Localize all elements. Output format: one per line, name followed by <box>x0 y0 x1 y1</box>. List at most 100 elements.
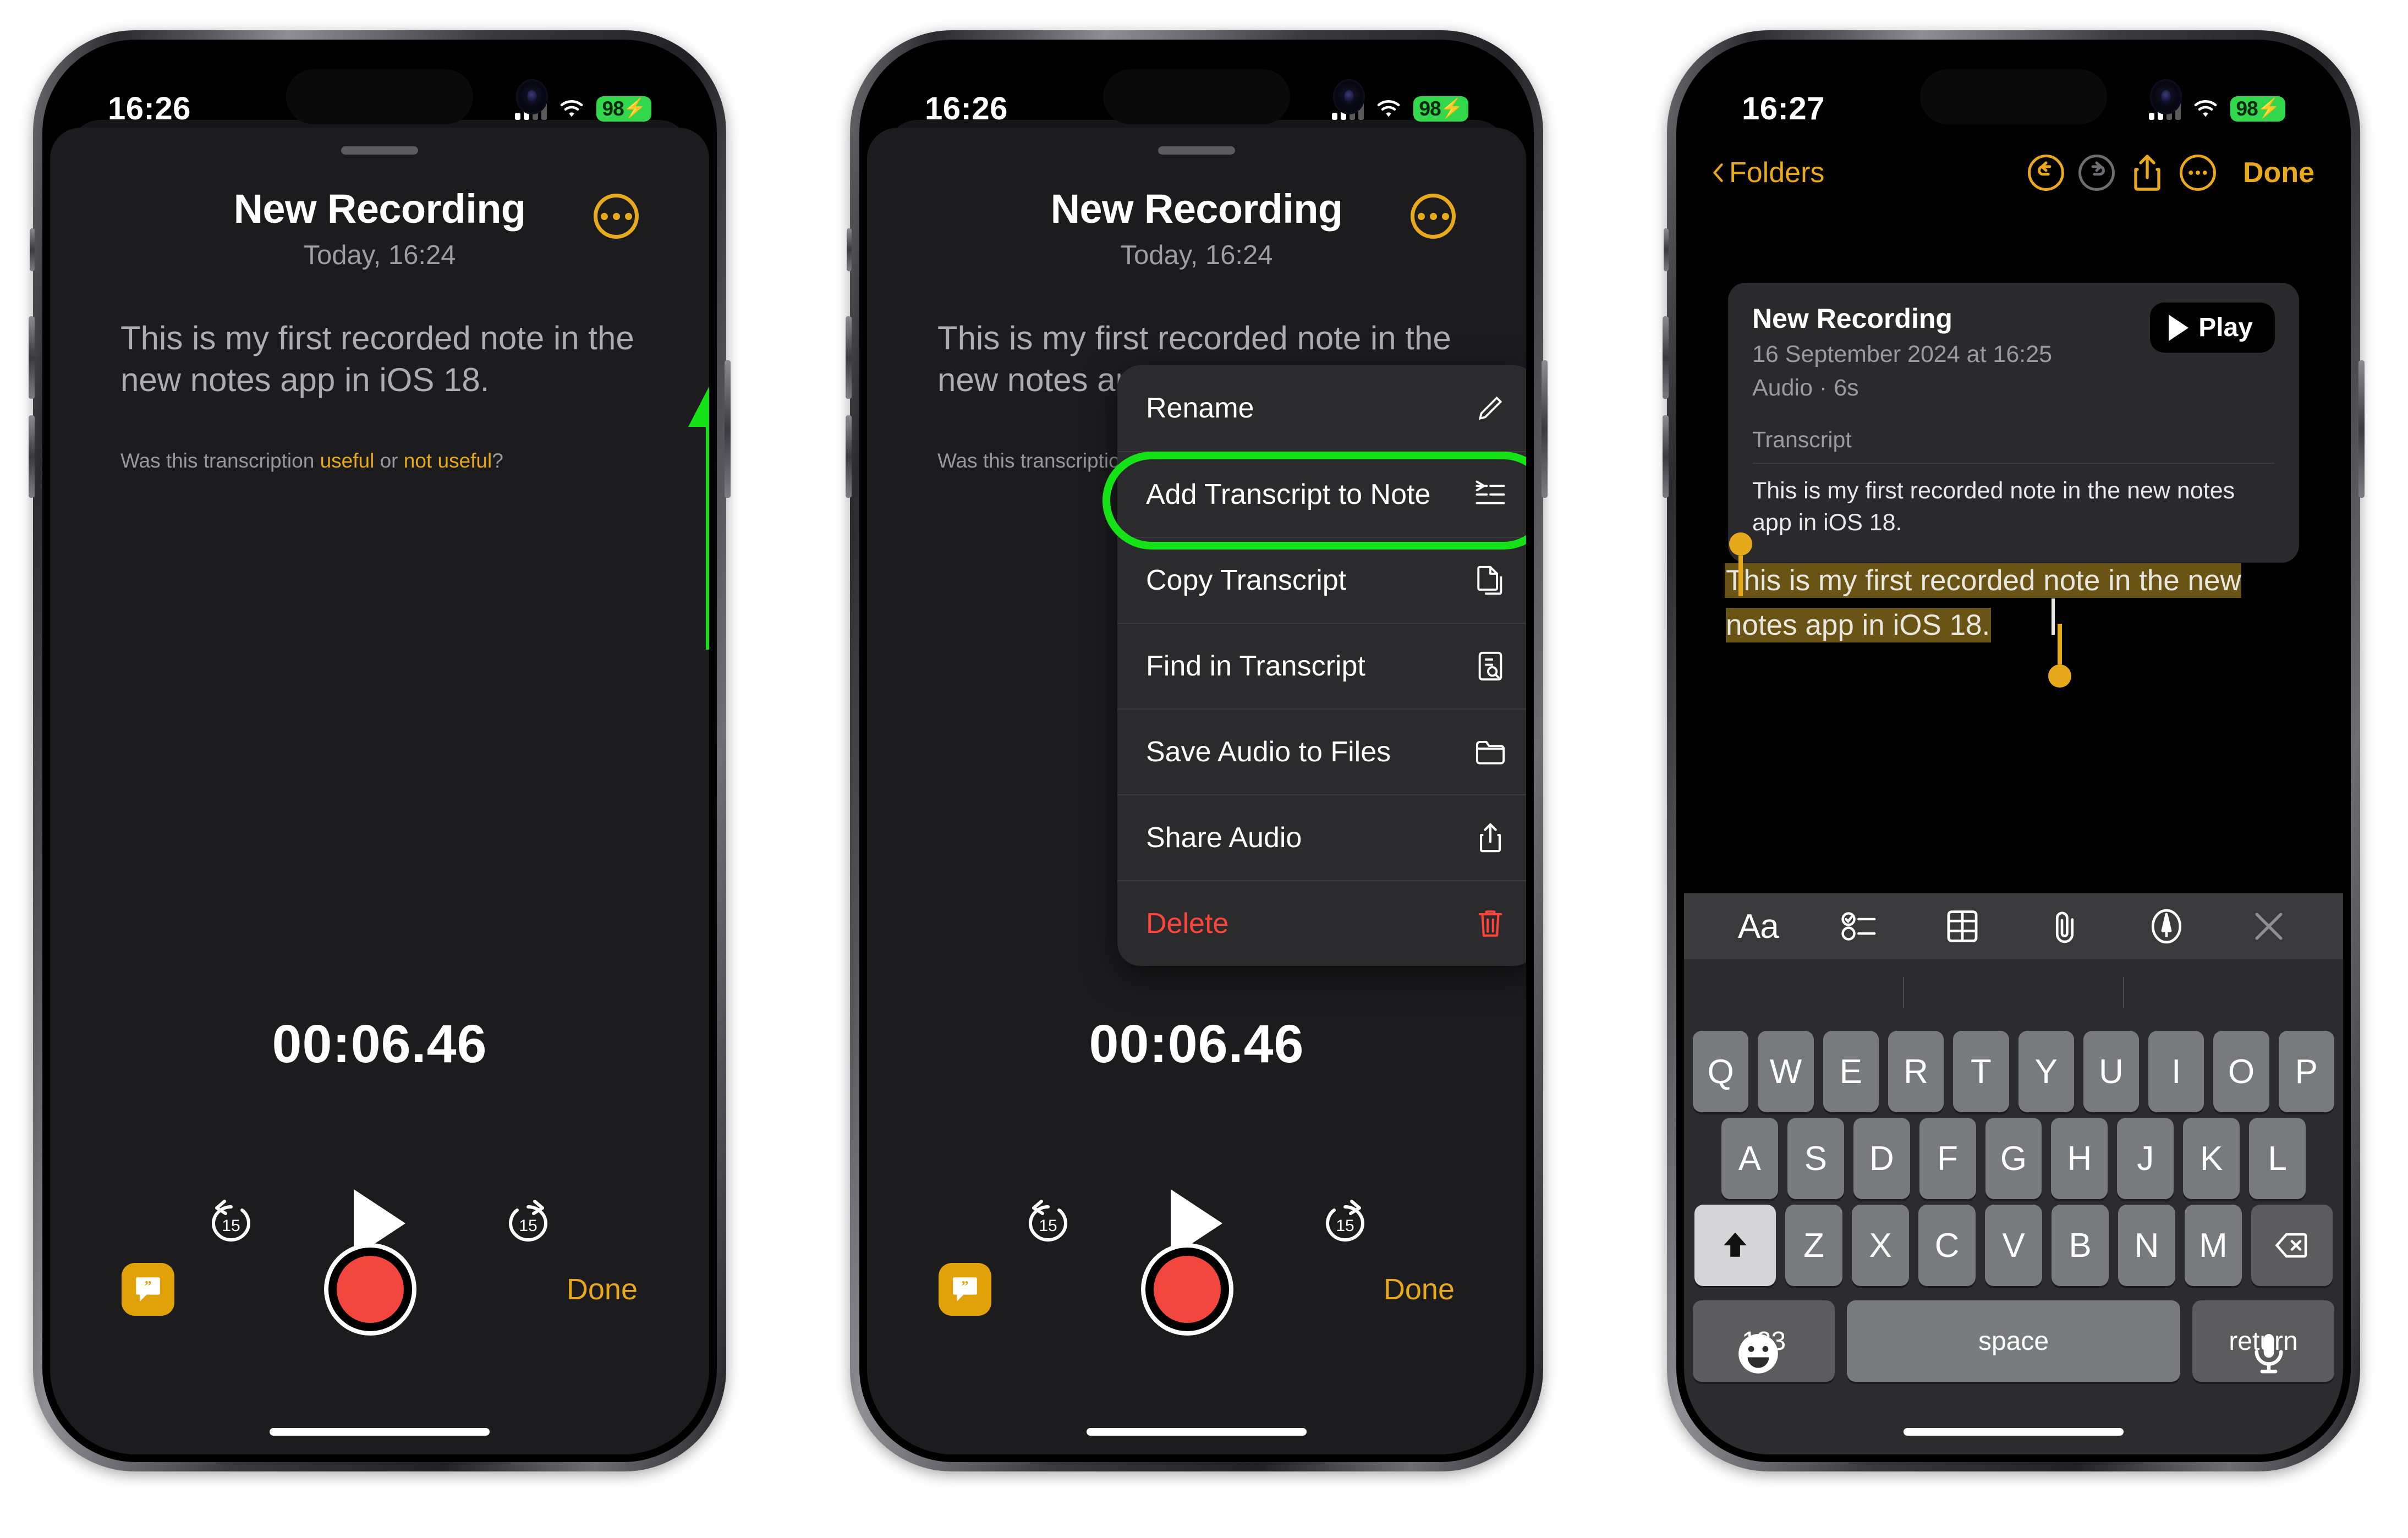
menu-item-copy-transcript[interactable]: Copy Transcript <box>1117 537 1526 623</box>
record-button[interactable] <box>324 1243 417 1336</box>
transcript-quote-button[interactable]: ” <box>122 1263 174 1316</box>
share-icon[interactable] <box>2122 147 2173 198</box>
power-button[interactable] <box>725 360 731 498</box>
skip-back-15-button[interactable]: 15 <box>205 1197 257 1250</box>
emoji-smiley-icon[interactable] <box>1735 1330 1782 1377</box>
key-p[interactable]: P <box>2278 1031 2334 1112</box>
note-text-body[interactable]: This is my first recorded note in the ne… <box>1726 532 2301 688</box>
menu-item-delete[interactable]: Delete <box>1117 880 1526 966</box>
play-button[interactable]: Play <box>2150 303 2275 353</box>
menu-item-add-transcript-to-note[interactable]: Add Transcript to Note <box>1117 451 1526 537</box>
folder-icon <box>1473 734 1508 770</box>
power-button[interactable] <box>2358 360 2365 498</box>
key-x[interactable]: X <box>1852 1205 1909 1286</box>
table-icon[interactable] <box>1936 907 1989 946</box>
svg-text:15: 15 <box>519 1217 537 1235</box>
key-r[interactable]: R <box>1888 1031 1944 1112</box>
volume-down-button[interactable] <box>846 415 852 498</box>
trash-icon <box>1473 906 1508 941</box>
record-dot <box>337 1256 404 1323</box>
menu-item-save-audio-to-files[interactable]: Save Audio to Files <box>1117 708 1526 794</box>
skip-back-15-button[interactable]: 15 <box>1022 1197 1074 1250</box>
done-button[interactable]: Done <box>1384 1272 1455 1306</box>
skip-forward-15-button[interactable]: 15 <box>1319 1197 1372 1250</box>
attachment-icon[interactable] <box>2038 907 2091 946</box>
sheet-grabber[interactable] <box>341 146 418 155</box>
selected-note-text[interactable]: This is my first recorded note in the ne… <box>1726 564 2241 641</box>
key-l[interactable]: L <box>2249 1118 2306 1199</box>
key-n[interactable]: N <box>2118 1205 2175 1286</box>
markup-pen-icon[interactable] <box>2140 907 2193 946</box>
more-ellipsis-button[interactable] <box>1411 194 1456 239</box>
key-q[interactable]: Q <box>1693 1031 1749 1112</box>
more-ellipsis-button[interactable] <box>594 194 639 239</box>
sheet-grabber[interactable] <box>1158 146 1235 155</box>
key-y[interactable]: Y <box>2018 1031 2074 1112</box>
key-w[interactable]: W <box>1758 1031 1814 1112</box>
key-u[interactable]: U <box>2083 1031 2140 1112</box>
key-j[interactable]: J <box>2117 1118 2174 1199</box>
undo-icon[interactable] <box>2021 147 2071 198</box>
transcript-quote-button[interactable]: ” <box>939 1263 991 1316</box>
done-button[interactable]: Done <box>567 1272 638 1306</box>
key-v[interactable]: V <box>1985 1205 2042 1286</box>
audio-recording-card[interactable]: New Recording 16 September 2024 at 16:25… <box>1728 283 2299 563</box>
menu-item-rename[interactable]: Rename <box>1117 365 1526 451</box>
document-search-icon <box>1473 649 1508 684</box>
volume-up-button[interactable] <box>29 316 35 399</box>
power-button[interactable] <box>1542 360 1548 498</box>
key-d[interactable]: D <box>1853 1118 1910 1199</box>
silence-switch[interactable] <box>30 228 35 271</box>
more-ellipsis-icon[interactable] <box>2173 147 2223 198</box>
menu-item-label: Rename <box>1146 392 1254 424</box>
key-b[interactable]: B <box>2052 1205 2109 1286</box>
charging-bolt-icon: ⚡ <box>2257 98 2280 119</box>
key-z[interactable]: Z <box>1785 1205 1842 1286</box>
battery-percent: 98 <box>2236 97 2258 120</box>
key-g[interactable]: G <box>1985 1118 2042 1199</box>
back-to-folders-button[interactable]: Folders <box>1713 156 1824 189</box>
menu-item-find-in-transcript[interactable]: Find in Transcript <box>1117 623 1526 708</box>
backspace-key[interactable] <box>2251 1205 2333 1286</box>
svg-text:15: 15 <box>1336 1217 1354 1235</box>
volume-down-button[interactable] <box>29 415 35 498</box>
key-i[interactable]: I <box>2148 1031 2204 1112</box>
silence-switch[interactable] <box>1664 228 1669 271</box>
skip-forward-15-button[interactable]: 15 <box>502 1197 555 1250</box>
shift-key[interactable] <box>1694 1205 1776 1286</box>
menu-item-label: Delete <box>1146 908 1229 940</box>
key-c[interactable]: C <box>1918 1205 1976 1286</box>
record-button[interactable] <box>1141 1243 1234 1336</box>
close-icon[interactable] <box>2242 907 2295 946</box>
key-s[interactable]: S <box>1787 1118 1844 1199</box>
key-f[interactable]: F <box>1919 1118 1976 1199</box>
key-e[interactable]: E <box>1823 1031 1879 1112</box>
checklist-icon[interactable] <box>1834 907 1886 946</box>
volume-down-button[interactable] <box>1663 415 1669 498</box>
format-text-icon[interactable]: Aa <box>1732 907 1785 946</box>
menu-item-share-audio[interactable]: Share Audio <box>1117 794 1526 880</box>
selection-handle-end[interactable] <box>2048 624 2071 688</box>
key-h[interactable]: H <box>2051 1118 2108 1199</box>
notes-editor: Folders Done New Recording 16 September … <box>1684 47 2343 1454</box>
done-button[interactable]: Done <box>2243 156 2314 189</box>
handle-dot <box>2048 664 2071 688</box>
key-k[interactable]: K <box>2183 1118 2240 1199</box>
battery-percent: 98 <box>602 97 624 120</box>
feedback-not-useful-link[interactable]: not useful <box>404 449 492 472</box>
key-a[interactable]: A <box>1721 1118 1778 1199</box>
transcript-feedback: Was this transcription useful or not use… <box>120 449 639 473</box>
selection-handle-start[interactable] <box>1729 532 1752 596</box>
menu-item-label: Find in Transcript <box>1146 650 1365 682</box>
feedback-useful-link[interactable]: useful <box>320 449 375 472</box>
key-o[interactable]: O <box>2213 1031 2269 1112</box>
volume-up-button[interactable] <box>1663 316 1669 399</box>
volume-up-button[interactable] <box>846 316 852 399</box>
wifi-icon <box>1377 100 1400 117</box>
notes-toolbar: Folders Done <box>1684 140 2343 206</box>
key-t[interactable]: T <box>1953 1031 2009 1112</box>
handle-bar <box>2058 624 2062 664</box>
silence-switch[interactable] <box>847 228 852 271</box>
key-m[interactable]: M <box>2185 1205 2242 1286</box>
microphone-icon[interactable] <box>2245 1330 2292 1377</box>
